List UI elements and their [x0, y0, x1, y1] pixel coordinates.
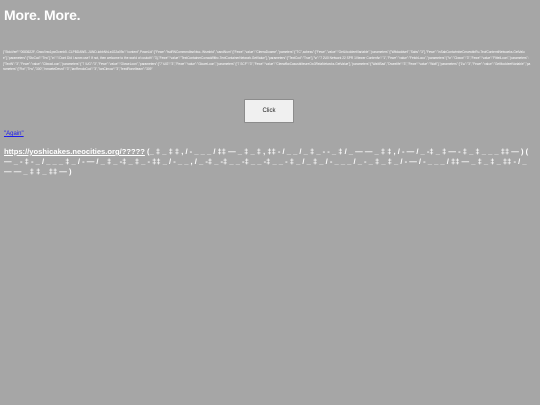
json-dump-text: {"StdoVerf":"0083622F, Grwu!\nw1pwOcenb5…	[3, 50, 531, 72]
click-button[interactable]: Click	[244, 99, 294, 123]
page-title: More. More.	[4, 7, 81, 23]
yoshicakes-url-link[interactable]: https://yoshicakes.neocities.org/?????	[4, 147, 145, 156]
again-link[interactable]: "Again"	[4, 131, 24, 137]
again-link-label: Again	[6, 131, 22, 137]
url-line: https://yoshicakes.neocities.org/????? (…	[4, 147, 536, 177]
